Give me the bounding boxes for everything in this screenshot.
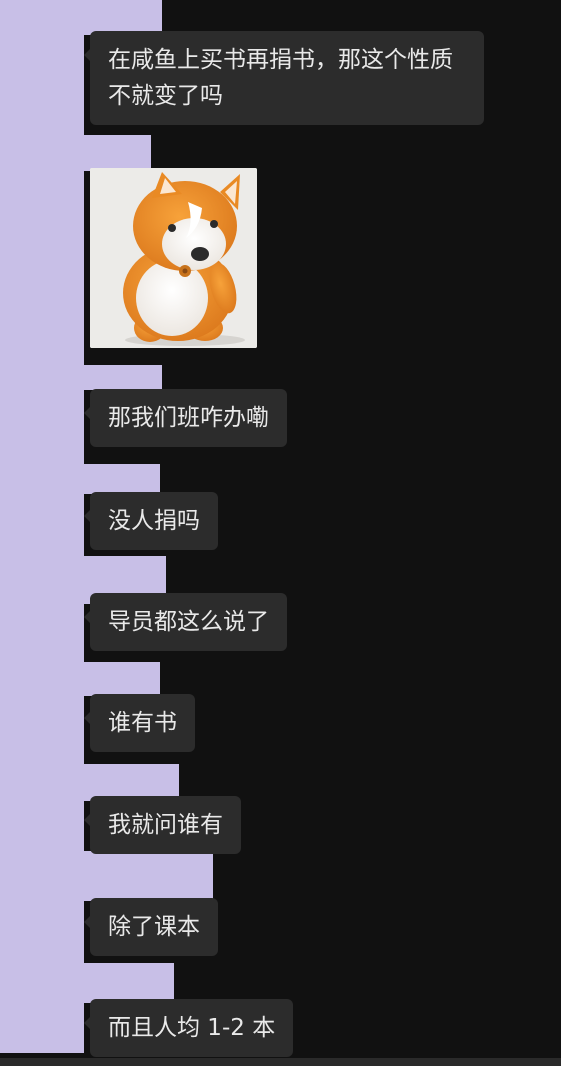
message-text: 导员都这么说了 — [108, 609, 269, 635]
message-text: 我就问谁有 — [108, 812, 223, 838]
redaction-block — [0, 135, 151, 171]
bottom-edge — [0, 1058, 561, 1066]
bubble-tail — [84, 1017, 90, 1029]
redaction-block — [0, 494, 84, 556]
bubble-tail — [84, 611, 90, 623]
redaction-block — [0, 1003, 84, 1053]
redaction-block — [0, 171, 84, 365]
message-bubble[interactable]: 那我们班咋办嘞 — [84, 389, 287, 447]
message-bubble[interactable]: 我就问谁有 — [84, 796, 241, 854]
bubble-tail — [84, 814, 90, 826]
redaction-block — [0, 464, 160, 494]
redaction-block — [0, 963, 174, 1003]
message-text: 而且人均 1-2 本 — [108, 1015, 276, 1041]
message-bubble[interactable]: 而且人均 1-2 本 — [84, 999, 294, 1057]
message-text: 在咸鱼上买书再捐书，那这个性质不就变了吗 — [108, 47, 453, 109]
bubble-tail — [84, 510, 90, 522]
redaction-block — [0, 365, 162, 390]
bubble-tail — [84, 49, 90, 61]
chat-screen: 在咸鱼上买书再捐书，那这个性质不就变了吗 那我们班咋办嘞 没人捐吗 导员都这么说… — [0, 0, 561, 1066]
redaction-block — [0, 390, 84, 464]
redaction-block — [0, 851, 213, 901]
message-bubble[interactable]: 除了课本 — [84, 898, 218, 956]
message-bubble[interactable]: 导员都这么说了 — [84, 593, 287, 651]
message-bubble[interactable]: 没人捐吗 — [84, 492, 218, 550]
message-text: 除了课本 — [108, 914, 200, 940]
redaction-block — [0, 0, 162, 35]
redaction-block — [0, 604, 84, 662]
bubble-tail — [84, 916, 90, 928]
redaction-block — [0, 662, 160, 696]
redaction-block — [0, 696, 84, 764]
bubble-tail — [84, 407, 90, 419]
message-text: 那我们班咋办嘞 — [108, 405, 269, 431]
bubble-tail — [84, 712, 90, 724]
corgi-sticker-icon — [90, 168, 257, 348]
message-bubble[interactable]: 谁有书 — [84, 694, 195, 752]
redaction-block — [0, 901, 84, 963]
message-text: 没人捐吗 — [108, 508, 200, 534]
message-text: 谁有书 — [108, 710, 177, 736]
redaction-block — [0, 35, 84, 135]
sticker-message[interactable] — [90, 168, 257, 348]
redaction-block — [0, 801, 84, 851]
message-bubble[interactable]: 在咸鱼上买书再捐书，那这个性质不就变了吗 — [84, 31, 484, 125]
